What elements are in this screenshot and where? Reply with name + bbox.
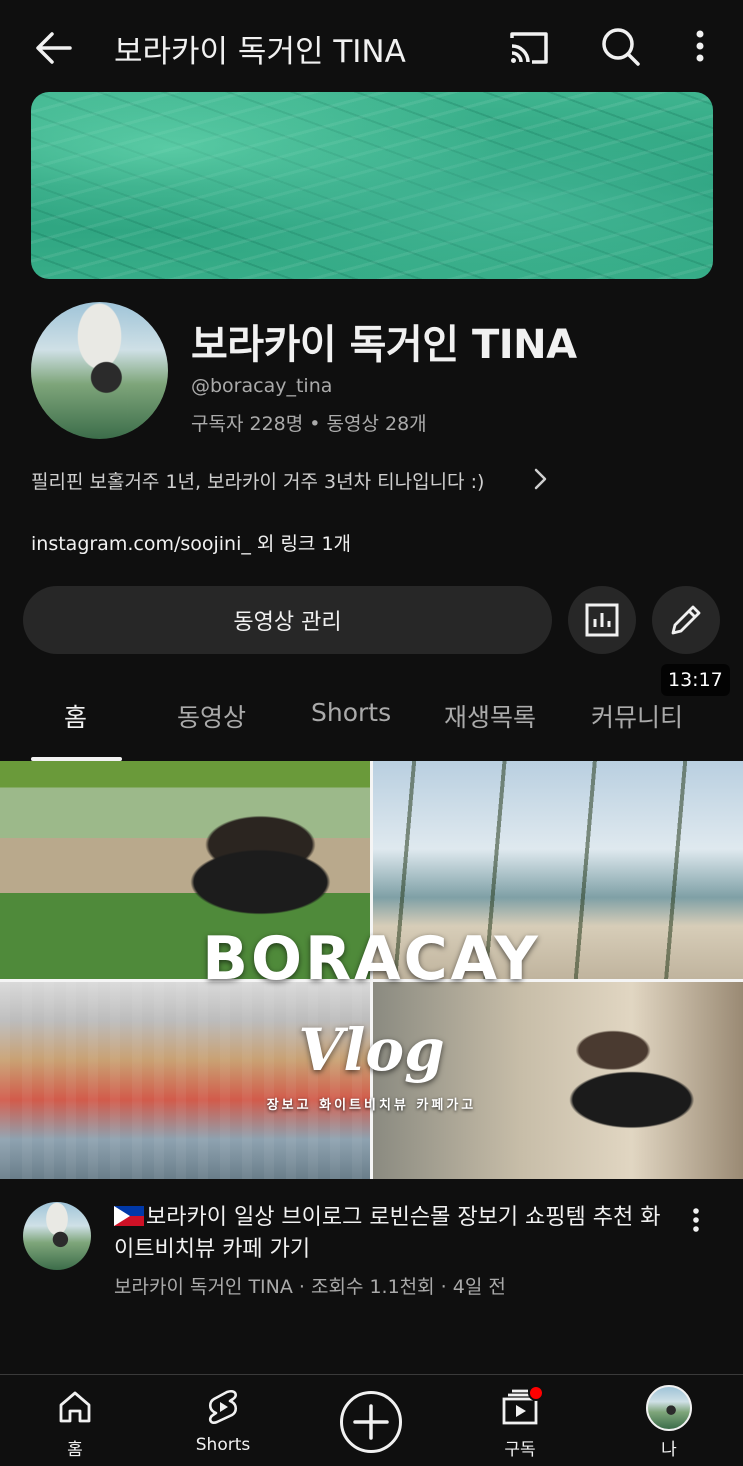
thumbnail-caption-text: 장보고 화이트비치뷰 카페가고 bbox=[266, 1098, 477, 1113]
top-app-bar: 보라카이 독거인 TINA bbox=[0, 0, 743, 92]
home-icon bbox=[59, 1391, 91, 1423]
shorts-icon bbox=[208, 1390, 238, 1424]
video-meta: 보라카이 독거인 TINA · 조회수 1.1천회 · 4일 전 bbox=[114, 1276, 506, 1298]
more-vertical-icon[interactable] bbox=[682, 1202, 710, 1238]
video-thumbnail[interactable]: BORACAY Vlog 장보고 화이트비치뷰 카페가고 bbox=[0, 761, 743, 1179]
channel-avatar[interactable] bbox=[31, 302, 168, 439]
tab-community[interactable]: 커뮤니티 bbox=[591, 698, 683, 734]
thumbnail-subtitle-text: Vlog bbox=[298, 1016, 445, 1084]
more-vertical-icon[interactable] bbox=[682, 22, 718, 70]
chevron-right-icon[interactable] bbox=[528, 464, 552, 494]
channel-tabs: 홈 동영상 Shorts 재생목록 커뮤니티 bbox=[0, 680, 743, 760]
channel-handle: @boracay_tina bbox=[191, 375, 333, 397]
nav-label: 홈 bbox=[67, 1440, 83, 1460]
philippines-flag-icon bbox=[114, 1206, 144, 1226]
create-plus-icon bbox=[353, 1404, 389, 1440]
back-arrow-icon[interactable] bbox=[30, 24, 78, 72]
page-title: 보라카이 독거인 TINA bbox=[114, 34, 406, 70]
channel-link[interactable]: instagram.com/soojini_ 외 링크 1개 bbox=[31, 529, 351, 556]
edit-channel-button[interactable] bbox=[652, 586, 720, 654]
tab-videos[interactable]: 동영상 bbox=[177, 698, 246, 734]
nav-shorts[interactable]: Shorts bbox=[163, 1375, 283, 1466]
tab-playlists[interactable]: 재생목록 bbox=[444, 698, 536, 734]
nav-label: 구독 bbox=[504, 1440, 536, 1460]
tab-home[interactable]: 홈 bbox=[64, 698, 87, 734]
create-button[interactable] bbox=[340, 1391, 402, 1453]
search-icon[interactable] bbox=[596, 22, 644, 70]
nav-subscriptions[interactable]: 구독 bbox=[460, 1375, 580, 1466]
manage-videos-button[interactable]: 동영상 관리 bbox=[23, 586, 552, 654]
video-channel-avatar[interactable] bbox=[23, 1202, 91, 1270]
tab-shorts[interactable]: Shorts bbox=[311, 698, 391, 727]
nav-home[interactable]: 홈 bbox=[15, 1375, 135, 1466]
channel-banner bbox=[31, 92, 713, 279]
channel-name: 보라카이 독거인 TINA bbox=[191, 322, 577, 368]
thumbnail-title-text: BORACAY bbox=[202, 924, 541, 994]
video-duration-badge: 13:17 bbox=[661, 664, 730, 696]
video-title[interactable]: 보라카이 일상 브이로그 로빈슨몰 장보기 쇼핑템 추천 화이트비치뷰 카페 가… bbox=[114, 1202, 674, 1266]
bottom-navigation: 홈 Shorts 구독 나 bbox=[0, 1374, 743, 1466]
channel-stats: 구독자 228명 • 동영상 28개 bbox=[191, 413, 427, 435]
notification-dot bbox=[528, 1385, 544, 1401]
nav-label: 나 bbox=[661, 1440, 677, 1460]
avatar-icon[interactable] bbox=[646, 1385, 692, 1431]
edit-pencil-icon bbox=[671, 605, 701, 635]
analytics-icon bbox=[585, 603, 619, 637]
nav-label: Shorts bbox=[195, 1435, 251, 1455]
analytics-button[interactable] bbox=[568, 586, 636, 654]
cast-icon[interactable] bbox=[504, 24, 552, 72]
channel-description[interactable]: 필리핀 보홀거주 1년, 보라카이 거주 3년차 티나입니다 :) bbox=[31, 467, 484, 494]
